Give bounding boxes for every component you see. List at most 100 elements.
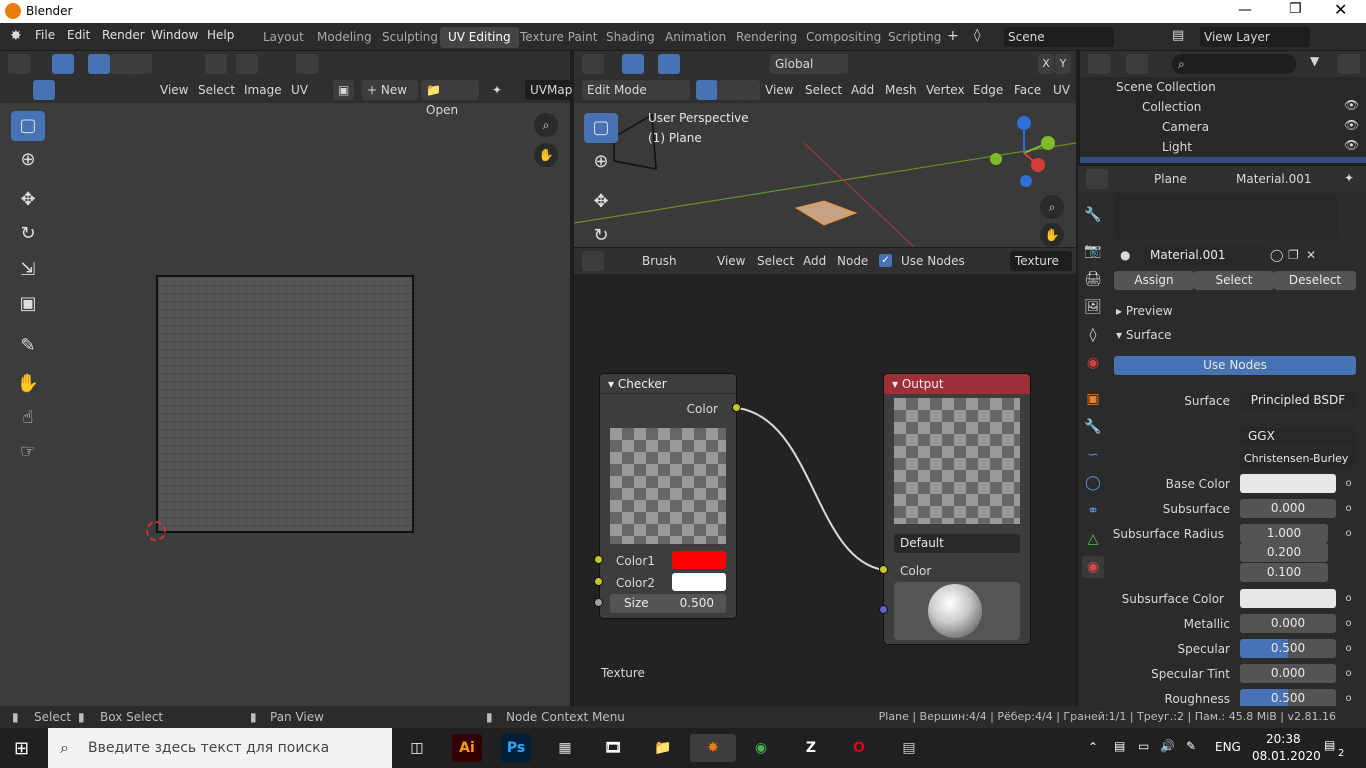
output-color-in-socket[interactable] [879,565,888,574]
grab-tool[interactable]: ✋ [11,369,45,399]
menu-edit[interactable]: Edit [67,28,90,42]
output-tab-icon[interactable]: 🖨 [1082,268,1104,290]
link-socket-icon[interactable]: o [1340,525,1357,542]
2d-cursor-icon[interactable] [146,521,166,541]
photoshop-icon[interactable]: Ps [501,734,531,762]
calendar-app-icon[interactable]: ▦ [550,734,580,762]
volume-icon[interactable]: 🔊 [1160,739,1175,753]
modifier-tab-icon[interactable]: 🔧 [1082,416,1104,438]
scene-tab-icon[interactable]: ◊ [1082,324,1104,346]
base-color-swatch[interactable] [1240,474,1336,493]
clock-time[interactable]: 20:38 [1266,732,1301,746]
viewport-zoom-icon[interactable]: ⌕ [1040,195,1064,219]
tab-layout[interactable]: Layout [255,27,312,48]
tab-rendering[interactable]: Rendering [728,27,805,48]
distribution-dropdown[interactable]: GGX [1240,427,1356,446]
uv-sync-icon[interactable] [33,80,55,100]
image-browse-icon[interactable]: ▣ [333,80,355,100]
color2-swatch[interactable] [672,573,726,591]
proportional-icon[interactable] [296,54,318,74]
pivot-icon[interactable] [205,54,227,74]
tray-chevron-icon[interactable]: ⌃ [1088,740,1098,754]
material-browse-icon[interactable]: ● [1120,248,1130,262]
link-socket-icon[interactable]: o [1340,500,1357,517]
chrome-icon[interactable]: ◉ [746,734,776,762]
edit-mode-selector[interactable]: Edit Mode [582,80,690,100]
open-image-button[interactable]: 📁 Open [421,80,479,117]
relax-tool[interactable]: ☝ [11,403,45,433]
particles-tab-icon[interactable]: ∽ [1082,444,1104,466]
scene-collection-row[interactable]: Scene Collection [1116,80,1216,94]
properties-editor-icon[interactable] [1086,169,1108,189]
color1-swatch[interactable] [672,551,726,569]
metallic-field[interactable]: 0.000 [1240,614,1336,633]
visibility-eye-icon[interactable]: 👁 [1344,118,1359,132]
visibility-eye-icon[interactable]: 👁 [1344,138,1359,152]
tab-shading[interactable]: Shading [598,27,663,48]
task-view-icon[interactable]: ◫ [402,734,432,762]
viewport-cursor-tool[interactable]: ⊕ [584,147,618,177]
mode-extend-icon[interactable] [110,54,132,74]
opera-icon[interactable]: O [844,734,874,762]
size-field[interactable]: Size 0.500 [610,594,726,613]
pan-hand-icon[interactable]: ✋ [534,143,558,167]
world-tab-icon[interactable]: ◉ [1082,352,1104,374]
uv-grid[interactable] [156,275,414,533]
viewport-select-box-tool[interactable]: ▢ [584,113,618,143]
menu-window[interactable]: Window [151,28,198,42]
blender-taskbar-icon[interactable]: ✸ [690,734,736,762]
select-box-tool[interactable]: ▢ [11,111,45,141]
viewport-mode-new-icon[interactable] [658,54,680,74]
duplicate-material-icon[interactable]: ❐ [1288,248,1299,262]
viewport-menu-face[interactable]: Face [1009,80,1046,100]
outliner-editor-icon[interactable] [1088,54,1110,74]
plane-row-selected[interactable] [1080,157,1366,163]
viewport-menu-add[interactable]: Add [846,80,879,100]
tab-uv-editing[interactable]: UV Editing [440,27,519,48]
assign-button[interactable]: Assign [1114,271,1194,290]
viewport-menu-uv[interactable]: UV [1048,80,1075,100]
subsurface-field[interactable]: 0.000 [1240,499,1336,518]
tab-modeling[interactable]: Modeling [309,27,380,48]
color2-in-socket[interactable] [594,577,603,586]
viewport-menu-edge[interactable]: Edge [968,80,1008,100]
scene-icon[interactable]: ◊ [974,28,980,43]
link-socket-icon[interactable]: o [1340,615,1357,632]
viewport-menu-mesh[interactable]: Mesh [880,80,922,100]
editor-type-icon[interactable] [8,54,30,74]
axis-x-button[interactable]: X [1038,54,1054,74]
remote-app-icon[interactable]: ▤ [894,734,924,762]
checker-node[interactable]: ▾ Checker Color Color1 Color2 Size 0.500 [600,374,736,618]
material-name-field[interactable]: Material.001 [1144,246,1264,265]
file-explorer-icon[interactable]: 📁 [648,734,678,762]
subsurface-radius-x[interactable]: 1.000 [1240,524,1328,543]
network-icon[interactable]: ▤ [1114,739,1125,753]
checker-color-out-socket[interactable] [732,403,741,412]
select-tool-icon[interactable] [52,54,74,74]
windows-start-icon[interactable]: ⊞ [14,738,29,759]
link-socket-icon[interactable]: o [1340,475,1357,492]
viewport-menu-select[interactable]: Select [800,80,847,100]
use-nodes-button[interactable]: Use Nodes [1114,356,1356,375]
viewport-editor-type-icon[interactable] [582,54,604,74]
subsurface-radius-z[interactable]: 0.100 [1240,563,1328,582]
language-indicator[interactable]: ENG [1215,740,1241,754]
display-mode-icon[interactable] [1126,54,1148,74]
cursor-tool[interactable]: ⊕ [11,145,45,175]
uv-menu-select[interactable]: Select [193,80,240,100]
subsurface-radius-y[interactable]: 0.200 [1240,543,1328,562]
color1-in-socket[interactable] [594,555,603,564]
viewport-menu-vertex[interactable]: Vertex [921,80,970,100]
video-editor-icon[interactable]: 🎞 [598,734,628,762]
notification-icon[interactable]: ▤ [1324,738,1335,752]
zoom-icon[interactable]: ⌕ [534,113,558,137]
illustrator-icon[interactable]: Ai [452,734,482,762]
material-tab-icon[interactable]: ◉ [1082,556,1104,578]
edge-select-icon[interactable] [717,80,739,100]
scale-tool[interactable]: ⇲ [11,255,45,285]
specular-tint-field[interactable]: 0.000 [1240,664,1336,683]
move-tool[interactable]: ✥ [11,185,45,215]
viewport-rotate-tool[interactable]: ↻ [584,221,618,247]
tab-sculpting[interactable]: Sculpting [374,27,446,48]
viewport-menu-view[interactable]: View [760,80,798,100]
